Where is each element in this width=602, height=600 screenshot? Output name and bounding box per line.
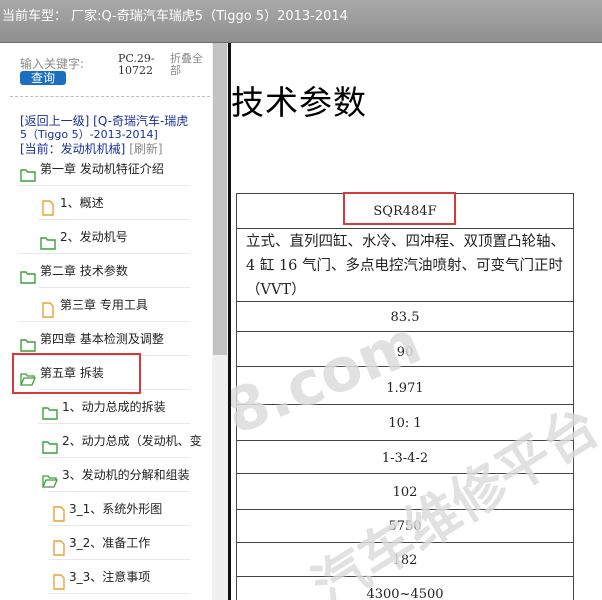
torque-value: 182	[392, 553, 418, 568]
folder-icon	[42, 400, 58, 420]
highlight-chapter-5	[12, 353, 141, 394]
collapse-all-link[interactable]: 折叠全 部	[170, 53, 210, 77]
row-divider	[38, 219, 190, 220]
document-pane: 技术参数 SQR484F 立式、直列四缸、水冷、四冲程、双顶置凸轮轴、4 缸 1…	[231, 43, 602, 600]
search-input[interactable]: PC.29- 10722	[118, 53, 168, 77]
collapse-all-line2: 部	[170, 64, 181, 77]
tree-item-label: 3_1、系统外形图	[69, 502, 163, 516]
document-icon	[51, 502, 67, 522]
table-divider	[237, 301, 573, 302]
divider	[10, 96, 210, 97]
title-bar: 当前车型： 厂家:Q-奇瑞汽车瑞虎5（Tiggo 5）2013-2014	[0, 0, 602, 43]
table-divider	[237, 509, 573, 510]
tree-item-chapter-1[interactable]: 第一章 发动机特征介绍	[0, 153, 212, 186]
search-code-line2: 10722	[118, 64, 153, 77]
power-value: 102	[392, 485, 418, 500]
spec-table: SQR484F 立式、直列四缸、水冷、四冲程、双顶置凸轮轴、4 缸 16 气门、…	[236, 193, 574, 600]
row-divider	[38, 457, 190, 458]
tree-item-label: 1、概述	[60, 196, 104, 210]
sidebar-scrollbar-thumb[interactable]	[213, 43, 227, 355]
table-divider	[237, 331, 573, 332]
tree-item-label: 1、动力总成的拆装	[62, 400, 166, 414]
folder-icon	[20, 162, 36, 182]
tree-item-precautions[interactable]: 3_3、注意事项	[0, 561, 212, 594]
tree-item-label: 2、动力总成（发动机、变	[62, 434, 202, 448]
tree-item-preparation[interactable]: 3_2、准备工作	[0, 527, 212, 560]
tree-item-label: 2、发动机号	[60, 230, 128, 244]
table-divider	[237, 473, 573, 474]
highlight-engine-model	[343, 192, 456, 225]
row-divider	[38, 423, 190, 424]
stroke-value: 90	[396, 345, 414, 360]
tree-item-powertrain-engine[interactable]: 2、动力总成（发动机、变	[0, 425, 212, 458]
tree-item-engine-number[interactable]: 2、发动机号	[0, 221, 212, 254]
power-rpm-value: 5750	[388, 519, 422, 534]
document-icon	[40, 196, 56, 216]
engine-description: 立式、直列四缸、水冷、四冲程、双顶置凸轮轴、4 缸 16 气门、多点电控汽油喷射…	[246, 234, 565, 298]
table-divider	[237, 404, 573, 405]
row-divider	[48, 559, 190, 560]
tree-item-chapter-3[interactable]: 第三章 专用工具	[0, 289, 212, 322]
tree-item-engine-disassembly[interactable]: 3、发动机的分解和组装	[0, 459, 212, 492]
row-divider	[18, 253, 190, 254]
back-link-line1: [返回上一级] [Q-奇瑞汽车-瑞虎	[20, 114, 189, 128]
tree-item-label: 3_2、准备工作	[69, 536, 151, 550]
folder-icon	[20, 332, 36, 352]
row-divider	[48, 491, 190, 492]
row-divider	[18, 321, 190, 322]
document-icon	[40, 298, 56, 318]
row-divider	[48, 525, 190, 526]
table-divider	[237, 440, 573, 441]
firing-order-value: 1-3-4-2	[381, 451, 429, 466]
back-link[interactable]: [返回上一级] [Q-奇瑞汽车-瑞虎 5（Tiggo 5）-2013-2014]	[20, 114, 210, 142]
tree-item-powertrain-removal[interactable]: 1、动力总成的拆装	[0, 391, 212, 424]
tree-item-label: 第一章 发动机特征介绍	[40, 162, 164, 176]
tree-item-label: 第三章 专用工具	[60, 298, 148, 312]
tree-item-chapter-4[interactable]: 第四章 基本检测及调整	[0, 323, 212, 356]
folder-icon	[42, 434, 58, 454]
open-folder-icon	[42, 468, 58, 488]
folder-icon	[40, 230, 56, 250]
table-divider	[237, 228, 573, 229]
row-divider	[18, 185, 190, 186]
document-icon	[51, 570, 67, 590]
row-divider	[48, 593, 190, 594]
sidebar: 输入关键字: PC.29- 10722 折叠全 部 查询 [返回上一级] [Q-…	[0, 43, 212, 600]
tree-item-label: 3_3、注意事项	[69, 570, 151, 584]
document-icon	[51, 536, 67, 556]
page-title: 技术参数	[231, 83, 367, 122]
torque-rpm-value: 4300~4500	[366, 587, 444, 600]
tree-item-system-diagram[interactable]: 3_1、系统外形图	[0, 493, 212, 526]
displacement-value: 1.971	[386, 381, 424, 396]
search-button[interactable]: 查询	[20, 71, 66, 85]
bore-value: 83.5	[390, 310, 420, 325]
tree-item-label: 第二章 技术参数	[40, 264, 128, 278]
search-label: 输入关键字:	[20, 57, 85, 71]
row-divider	[38, 287, 190, 288]
compression-ratio-value: 10: 1	[388, 416, 422, 431]
table-divider	[237, 366, 573, 367]
table-divider	[237, 542, 573, 543]
folder-icon	[20, 264, 36, 284]
tree-item-label: 第四章 基本检测及调整	[40, 332, 164, 346]
current-vehicle-title: 当前车型： 厂家:Q-奇瑞汽车瑞虎5（Tiggo 5）2013-2014	[2, 9, 348, 24]
table-divider	[237, 576, 573, 577]
tree-item-label: 3、发动机的分解和组装	[62, 468, 190, 482]
tree-item-chapter-2[interactable]: 第二章 技术参数	[0, 255, 212, 288]
tree-item-overview[interactable]: 1、概述	[0, 187, 212, 220]
